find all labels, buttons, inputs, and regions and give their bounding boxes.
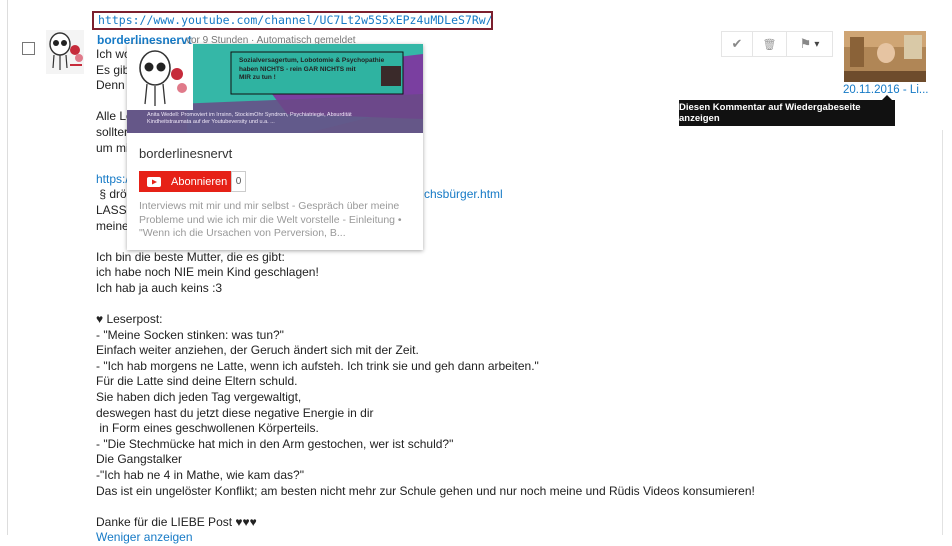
banner-footer-1: Anita Wedell: Promoviert im Irrsinn, Sto… bbox=[147, 112, 352, 118]
card-channel-name[interactable]: borderlinesnervt bbox=[139, 146, 232, 161]
comment-line: - "Ich hab morgens ne Latte, wenn ich au… bbox=[96, 358, 539, 373]
report-button[interactable]: ⚑ ▾ bbox=[787, 31, 833, 57]
banner-line-1: Sozialversagertum, Lobotomie & Psychopat… bbox=[239, 57, 385, 64]
scrollbar-track[interactable] bbox=[942, 130, 943, 535]
subscribe-label: Abonnieren bbox=[171, 175, 228, 188]
comment-line: ♥ Leserpost: bbox=[96, 312, 163, 327]
comment-line: Für die Latte sind deine Eltern schuld. bbox=[96, 374, 298, 389]
left-divider bbox=[7, 0, 8, 535]
comment-select-checkbox[interactable] bbox=[22, 42, 35, 55]
comment-link-tail[interactable]: chsbürger.html bbox=[424, 187, 503, 201]
banner-footer: Anita Wedell: Promoviert im Irrsinn, Sto… bbox=[147, 112, 352, 126]
comment-line: Ich hab ja auch keins :3 bbox=[96, 280, 223, 295]
comment-line: Danke für die LIEBE Post ♥♥♥ bbox=[96, 514, 257, 529]
checkmark-icon: ✔ bbox=[731, 36, 743, 51]
comment-line: Sie haben dich jeden Tag vergewaltigt, bbox=[96, 390, 302, 405]
banner-text: Sozialversagertum, Lobotomie & Psychopat… bbox=[239, 57, 384, 83]
comment-line: deswegen hast du jetzt diese negative En… bbox=[96, 405, 374, 420]
subscriber-count: 0 bbox=[231, 171, 246, 192]
delete-button[interactable]: 🗑 bbox=[753, 31, 787, 57]
approve-button[interactable]: ✔ bbox=[721, 31, 753, 57]
video-thumbnail[interactable] bbox=[844, 31, 926, 82]
subscribe-button[interactable]: Abonnieren bbox=[139, 171, 231, 192]
comment-line: Das ist ein ungelöster Konflikt; am best… bbox=[96, 483, 755, 498]
comment-line: Ich bin die beste Mutter, die es gibt: bbox=[96, 249, 285, 264]
tooltip: Diesen Kommentar auf Wiedergabeseite anz… bbox=[679, 95, 895, 126]
banner-footer-2: Kindheitstraumata auf der Youtubeversity… bbox=[147, 119, 275, 125]
banner-line-3: MIR zu tun ! bbox=[239, 74, 276, 81]
comment-line bbox=[96, 297, 816, 313]
comment-line: Einfach weiter anziehen, der Geruch ände… bbox=[96, 343, 419, 358]
channel-description: Interviews mit mir und mir selbst - Gesp… bbox=[139, 200, 402, 239]
youtube-play-icon bbox=[147, 176, 161, 187]
trash-icon: 🗑 bbox=[762, 38, 777, 51]
channel-hovercard: Sozialversagertum, Lobotomie & Psychopat… bbox=[127, 44, 423, 250]
comment-line: -"Ich hab ne 4 in Mathe, wie kam das?" bbox=[96, 468, 304, 483]
highlighted-url: https://www.youtube.com/channel/UC7Lt2w5… bbox=[92, 11, 493, 30]
banner-line-2: haben NICHTS - rein GAR NICHTS mit bbox=[239, 65, 356, 73]
video-frame-icon bbox=[844, 31, 926, 82]
comment-link[interactable]: Weniger anzeigen bbox=[96, 530, 816, 546]
chevron-down-icon: ▾ bbox=[814, 38, 820, 50]
avatar-figure-icon bbox=[46, 30, 84, 74]
comment-line: ich habe noch NIE mein Kind geschlagen! bbox=[96, 265, 319, 280]
comment-line: - "Meine Socken stinken: was tun?" bbox=[96, 327, 284, 342]
flag-icon: ⚑ bbox=[799, 36, 812, 51]
comment-line: Die Gangstalker bbox=[96, 452, 183, 467]
comment-line: in Form eines geschwollenen Körperteils. bbox=[96, 421, 319, 436]
avatar[interactable] bbox=[46, 30, 84, 74]
channel-banner: Sozialversagertum, Lobotomie & Psychopat… bbox=[127, 44, 423, 133]
comment-line: - "Die Stechmücke hat mich in den Arm ge… bbox=[96, 436, 454, 451]
comment-line bbox=[96, 499, 816, 515]
